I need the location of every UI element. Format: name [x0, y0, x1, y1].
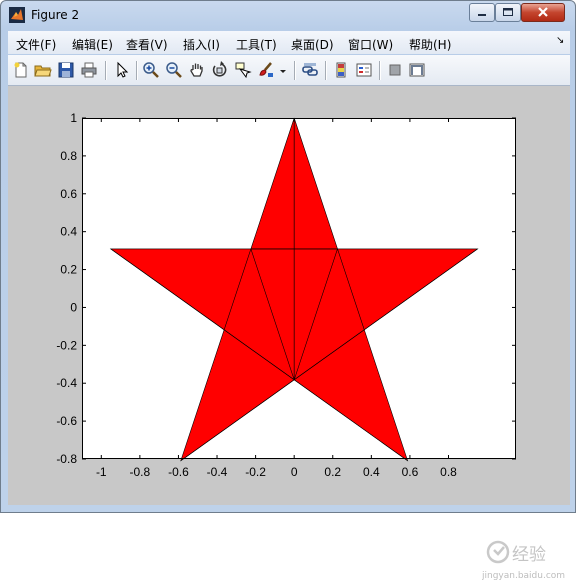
hide-plot-tools-icon[interactable]	[386, 61, 404, 79]
toolbar-separator	[325, 61, 327, 80]
menu-window[interactable]: 窗口(W)	[348, 36, 393, 53]
y-tick-label: -0.8	[56, 452, 77, 466]
x-tick-label: 0.8	[440, 465, 457, 479]
x-tick-label: -0.8	[130, 465, 151, 479]
menu-dock-arrow-icon[interactable]: ↘	[556, 35, 564, 46]
close-icon	[538, 7, 548, 17]
toolbar-separator	[379, 61, 381, 80]
baidu-jingyan-watermark: 经验 jingyan.baidu.com	[482, 540, 565, 581]
x-tick-label: -1	[96, 465, 107, 479]
menu-insert[interactable]: 插入(I)	[183, 36, 220, 53]
y-tick-label: 0.2	[60, 263, 77, 277]
matlab-logo-icon	[9, 7, 25, 23]
star-plot-chart: -1 -0.8 -0.6 -0.4 -0.2 0 0.2 0.4 0.6 0.8 -0.8 -0.6 -…	[56, 111, 516, 479]
close-button[interactable]	[521, 3, 565, 22]
print-icon[interactable]	[80, 61, 98, 79]
y-tick-label: -0.4	[56, 376, 77, 390]
figure-toolbar	[8, 55, 570, 86]
toolbar-separator	[105, 61, 107, 80]
colorbar-icon[interactable]	[332, 61, 350, 79]
open-file-icon[interactable]	[34, 61, 52, 79]
brush-icon[interactable]	[257, 61, 275, 79]
zoom-in-icon[interactable]	[142, 61, 160, 79]
legend-icon[interactable]	[355, 61, 373, 79]
select-arrow-icon[interactable]	[113, 61, 131, 79]
maximize-button[interactable]	[495, 3, 521, 22]
watermark-logo-text: 经验	[512, 545, 546, 565]
x-tick-label: 0.6	[402, 465, 419, 479]
new-figure-icon[interactable]	[12, 61, 30, 79]
y-tick-label: 0.6	[60, 187, 77, 201]
minimize-button[interactable]	[469, 3, 495, 22]
save-icon[interactable]	[57, 61, 75, 79]
pan-hand-icon[interactable]	[188, 61, 206, 79]
y-tick-label: 0	[70, 300, 77, 314]
figure-canvas[interactable]: -1 -0.8 -0.6 -0.4 -0.2 0 0.2 0.4 0.6 0.8 -0.8 -0.6 -…	[8, 86, 570, 581]
toolbar-separator	[136, 61, 138, 80]
title-bar[interactable]: Figure 2	[1, 1, 575, 29]
y-tick-label: -0.2	[56, 338, 77, 352]
rotate-3d-icon[interactable]	[211, 61, 229, 79]
figure-window: Figure 2 文件(F) 编辑(E) 查看(V) 插入(I) 工具(T) 桌…	[0, 0, 576, 581]
x-tick-label: -0.6	[168, 465, 189, 479]
menu-desktop[interactable]: 桌面(D)	[291, 36, 334, 53]
menu-tools[interactable]: 工具(T)	[236, 36, 277, 53]
link-plot-icon[interactable]	[301, 61, 319, 79]
menu-help[interactable]: 帮助(H)	[409, 36, 451, 53]
x-tick-label: -0.4	[207, 465, 228, 479]
watermark-site-text: jingyan.baidu.com	[482, 571, 565, 581]
brush-dropdown-icon[interactable]	[278, 61, 288, 79]
maximize-icon	[503, 8, 513, 16]
x-tick-label: 0.4	[363, 465, 380, 479]
y-tick-label: 0.8	[60, 149, 77, 163]
y-tick-label: -0.6	[56, 414, 77, 428]
zoom-out-icon[interactable]	[165, 61, 183, 79]
show-plot-tools-icon[interactable]	[408, 61, 426, 79]
menu-file[interactable]: 文件(F)	[16, 36, 56, 53]
y-tick-label: 0.4	[60, 225, 77, 239]
data-cursor-icon[interactable]	[234, 61, 252, 79]
toolbar-separator	[294, 61, 296, 80]
menu-edit[interactable]: 编辑(E)	[72, 36, 113, 53]
menu-view[interactable]: 查看(V)	[126, 36, 168, 53]
x-tick-label: 0	[291, 465, 298, 479]
minimize-icon	[478, 14, 486, 16]
x-tick-label: -0.2	[245, 465, 266, 479]
x-tick-label: 0.2	[324, 465, 341, 479]
window-title: Figure 2	[31, 8, 80, 22]
y-tick-label: 1	[70, 111, 77, 125]
menu-bar: 文件(F) 编辑(E) 查看(V) 插入(I) 工具(T) 桌面(D) 窗口(W…	[8, 31, 570, 54]
